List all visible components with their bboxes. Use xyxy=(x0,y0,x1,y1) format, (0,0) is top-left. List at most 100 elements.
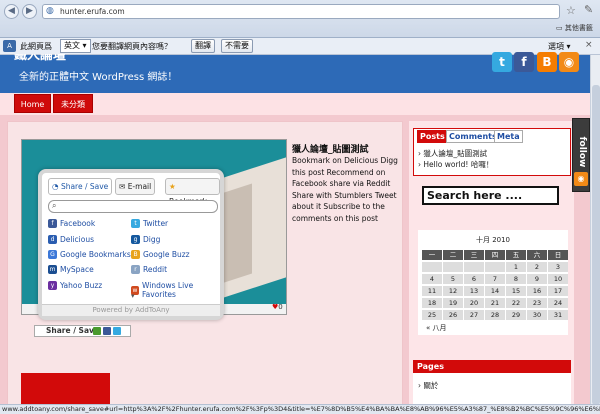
delicious-icon: d xyxy=(48,235,57,244)
other-bookmarks-label: 其他書籤 xyxy=(564,24,593,32)
search-input[interactable]: Search here .... xyxy=(422,186,559,205)
twitter-icon: t xyxy=(131,219,140,228)
wrench-icon[interactable]: ✎ xyxy=(584,3,593,16)
calendar-day[interactable]: 20 xyxy=(464,298,484,308)
like-count-value: 0 xyxy=(278,303,283,311)
digg-icon: g xyxy=(131,235,140,244)
calendar-weekday: 四 xyxy=(485,250,505,260)
rss-icon[interactable]: ◉ xyxy=(559,52,579,72)
like-count[interactable]: ♥0 xyxy=(272,303,283,311)
calendar-day[interactable]: 23 xyxy=(527,298,547,308)
language-select[interactable]: 英文 ▾ xyxy=(60,39,91,53)
calendar-day[interactable]: 2 xyxy=(527,262,547,272)
calendar-day[interactable]: 10 xyxy=(548,274,568,284)
calendar-title: 十月 2010 xyxy=(475,236,511,244)
calendar-day[interactable]: 1 xyxy=(506,262,526,272)
calendar-day[interactable]: 12 xyxy=(443,286,463,296)
service-windows-live[interactable]: w Windows Live Favorites xyxy=(131,281,220,299)
tab-meta[interactable]: Meta xyxy=(494,130,523,143)
service-delicious[interactable]: d Delicious xyxy=(48,235,94,244)
twitter-icon xyxy=(113,327,121,335)
service-reddit[interactable]: r Reddit xyxy=(131,265,167,274)
facebook-icon xyxy=(103,327,111,335)
rss-icon[interactable]: ◉ xyxy=(574,172,588,186)
close-translate-button[interactable]: × xyxy=(585,40,593,50)
calendar-day[interactable]: 31 xyxy=(548,310,568,320)
calendar-day[interactable]: 4 xyxy=(422,274,442,284)
myspace-icon: m xyxy=(48,265,57,274)
calendar-day[interactable]: 19 xyxy=(443,298,463,308)
calendar-day[interactable]: 29 xyxy=(506,310,526,320)
site-tagline: 全新的正體中文 WordPress 網誌！ xyxy=(19,72,178,83)
calendar-day[interactable]: 14 xyxy=(485,286,505,296)
blogger-icon[interactable]: B xyxy=(537,52,557,72)
share-save-button[interactable]: Share / Save xyxy=(34,325,131,337)
tab-email[interactable]: ✉ E-mail xyxy=(115,178,156,195)
translate-question: 您要翻譯網頁內容嗎？ xyxy=(92,42,172,51)
tab-bookmark[interactable]: ★ Bookmark xyxy=(165,178,220,206)
service-label: Google Bookmarks xyxy=(60,250,131,259)
service-myspace[interactable]: m MySpace xyxy=(48,265,94,274)
address-bar[interactable]: ◍ hunter.erufa.com xyxy=(42,4,560,19)
calendar-day[interactable]: 24 xyxy=(548,298,568,308)
share-icon: ◔ xyxy=(52,182,59,191)
translate-button[interactable]: 翻譯 xyxy=(191,39,215,53)
page-link-about[interactable]: › 關於 xyxy=(418,380,438,391)
post-title[interactable]: 獵人論壇_貼圖測試 xyxy=(292,142,369,155)
calendar-day[interactable]: 18 xyxy=(422,298,442,308)
calendar-day[interactable]: 28 xyxy=(485,310,505,320)
service-google-bookmarks[interactable]: G Google Bookmarks xyxy=(48,250,131,259)
tab-posts[interactable]: Posts xyxy=(417,130,448,143)
calendar-day[interactable]: 6 xyxy=(464,274,484,284)
facebook-icon[interactable]: f xyxy=(514,52,534,72)
calendar-day[interactable]: 13 xyxy=(464,286,484,296)
pages-title: Pages xyxy=(413,360,571,373)
calendar-day[interactable]: 27 xyxy=(464,310,484,320)
calendar-day[interactable]: 21 xyxy=(485,298,505,308)
tab-share-save[interactable]: ◔ Share / Save xyxy=(48,178,113,195)
more-services-button[interactable]: ▾ xyxy=(131,292,135,300)
nav-uncategorized[interactable]: 未分類 xyxy=(53,94,93,113)
calendar-day[interactable]: 22 xyxy=(506,298,526,308)
service-yahoo-buzz[interactable]: y Yahoo Buzz xyxy=(48,281,102,290)
tab-email-label: E-mail xyxy=(127,182,152,191)
scrollbar-thumb[interactable] xyxy=(592,85,600,405)
sidebar-post-link[interactable]: › 獵人論壇_貼圖測試 xyxy=(418,148,487,159)
calendar-day[interactable]: 17 xyxy=(548,286,568,296)
calendar-day[interactable]: 8 xyxy=(506,274,526,284)
service-twitter[interactable]: t Twitter xyxy=(131,219,168,228)
scrollbar[interactable] xyxy=(590,55,600,406)
forward-button[interactable]: ▶ xyxy=(22,4,37,19)
service-label: Delicious xyxy=(60,235,95,244)
twitter-icon[interactable]: t xyxy=(492,52,512,72)
share-search-input[interactable]: ⌕ xyxy=(48,200,218,213)
calendar-day[interactable]: 9 xyxy=(527,274,547,284)
calendar-day[interactable]: 3 xyxy=(548,262,568,272)
nav-home[interactable]: Home xyxy=(14,94,51,113)
bookmark-star-icon[interactable]: ☆ xyxy=(566,4,576,17)
site-title[interactable]: 鐵人論壇 xyxy=(14,54,66,62)
calendar-prev-link[interactable]: « 八月 xyxy=(426,323,447,333)
calendar-day[interactable]: 15 xyxy=(506,286,526,296)
calendar-day[interactable]: 25 xyxy=(422,310,442,320)
calendar-day[interactable]: 7 xyxy=(485,274,505,284)
calendar-day[interactable]: 11 xyxy=(422,286,442,296)
calendar-day[interactable]: 30 xyxy=(527,310,547,320)
decline-button[interactable]: 不需要 xyxy=(221,39,253,53)
sidebar-post-link[interactable]: › Hello world! 哈囉！ xyxy=(418,159,493,170)
other-bookmarks[interactable]: ▭ 其他書籤 xyxy=(556,23,593,33)
service-label: Facebook xyxy=(60,219,96,228)
service-label: Twitter xyxy=(143,219,169,228)
calendar-day[interactable]: 16 xyxy=(527,286,547,296)
service-facebook[interactable]: f Facebook xyxy=(48,219,95,228)
calendar-day[interactable]: 5 xyxy=(443,274,463,284)
service-label: Digg xyxy=(143,235,161,244)
tab-comments[interactable]: Comments xyxy=(446,130,500,143)
calendar-day[interactable]: 26 xyxy=(443,310,463,320)
facebook-icon: f xyxy=(48,219,57,228)
back-button[interactable]: ◀ xyxy=(4,4,19,19)
service-google-buzz[interactable]: B Google Buzz xyxy=(131,250,190,259)
powered-by[interactable]: Powered by AddToAny xyxy=(42,304,220,316)
service-digg[interactable]: g Digg xyxy=(131,235,160,244)
translate-options[interactable]: 選項 ▾ xyxy=(548,41,571,52)
